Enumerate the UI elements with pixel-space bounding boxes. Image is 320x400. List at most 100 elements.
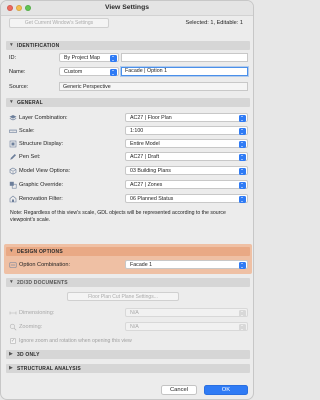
dimensioning-label: Dimensioning: bbox=[19, 310, 55, 316]
section-label: IDENTIFICATION bbox=[17, 43, 60, 49]
ok-button[interactable]: OK bbox=[204, 385, 248, 395]
zooming-label: Zooming: bbox=[19, 324, 43, 330]
layers-icon bbox=[9, 115, 17, 121]
window-title: View Settings bbox=[104, 4, 150, 11]
layer-combination-popup[interactable]: AC27 | Floor Plan bbox=[125, 113, 248, 122]
pen-icon bbox=[10, 154, 16, 160]
disclosure-right-icon: ▶ bbox=[9, 366, 13, 371]
section-3d-only[interactable]: ▶ 3D ONLY bbox=[6, 350, 250, 359]
section-label: DESIGN OPTIONS bbox=[17, 249, 63, 255]
section-identification[interactable]: ▼ IDENTIFICATION bbox=[6, 41, 250, 50]
cancel-button[interactable]: Cancel bbox=[161, 385, 197, 395]
name-popup[interactable]: Custom bbox=[59, 67, 119, 76]
floor-plan-cut-plane-button[interactable]: Floor Plan Cut Plane Settings... bbox=[67, 292, 179, 301]
popup-chevron-icon bbox=[239, 168, 246, 175]
popup-chevron-icon bbox=[239, 324, 246, 331]
pen-set-row: Pen Set: AC27 | Draft bbox=[9, 152, 249, 162]
renovation-icon bbox=[9, 195, 17, 203]
section-label: 3D ONLY bbox=[17, 352, 40, 358]
popup-chevron-icon bbox=[239, 128, 246, 135]
source-row: Source: Generic Perspective bbox=[9, 82, 249, 92]
disclosure-down-icon: ▼ bbox=[9, 100, 14, 105]
structure-display-value: Entire Model bbox=[130, 141, 160, 147]
disclosure-down-icon: ▼ bbox=[9, 249, 14, 254]
section-2d3d-documents[interactable]: ▼ 2D/3D DOCUMENTS bbox=[6, 278, 250, 287]
disclosure-right-icon: ▶ bbox=[9, 352, 13, 357]
selection-info: Selected: 1, Editable: 1 bbox=[185, 20, 243, 26]
ignore-zoom-rotation-label: Ignore zoom and rotation when opening th… bbox=[19, 337, 132, 344]
structure-display-row: Structure Display: Entire Model bbox=[9, 139, 249, 149]
section-label: STRUCTURAL ANALYSIS bbox=[17, 366, 81, 372]
renovation-filter-label: Renovation Filter: bbox=[19, 196, 63, 202]
section-label: 2D/3D DOCUMENTS bbox=[17, 280, 68, 286]
scale-value: 1:100 bbox=[130, 128, 144, 134]
source-label: Source: bbox=[9, 84, 29, 90]
popup-chevron-icon bbox=[239, 141, 246, 148]
graphic-override-popup[interactable]: AC27 | Zones bbox=[125, 180, 248, 189]
section-label: GENERAL bbox=[17, 100, 43, 106]
name-popup-value: Custom bbox=[64, 69, 83, 75]
option-combination-popup[interactable]: Facade 1 bbox=[125, 260, 248, 269]
zooming-value: N/A bbox=[130, 324, 139, 330]
dimensioning-value: N/A bbox=[130, 310, 139, 316]
model-view-icon bbox=[9, 167, 17, 175]
renovation-filter-popup[interactable]: 06 Planned Status bbox=[125, 194, 248, 203]
graphic-override-row: Graphic Override: AC27 | Zones bbox=[9, 180, 249, 190]
dimensioning-icon bbox=[9, 311, 17, 315]
popup-chevron-icon bbox=[239, 262, 246, 269]
structure-icon bbox=[9, 140, 17, 148]
popup-chevron-icon bbox=[239, 115, 246, 122]
ignore-zoom-rotation-checkbox[interactable]: ✓ bbox=[10, 337, 16, 344]
graphic-override-value: AC27 | Zones bbox=[130, 182, 163, 188]
top-toolbar: Get Current Window's Settings Selected: … bbox=[1, 16, 253, 30]
layer-combination-label: Layer Combination: bbox=[19, 115, 68, 121]
structure-display-popup[interactable]: Entire Model bbox=[125, 139, 248, 148]
structure-display-label: Structure Display: bbox=[19, 141, 64, 147]
title-bar[interactable]: View Settings bbox=[1, 1, 253, 16]
disclosure-down-icon: ▼ bbox=[9, 280, 14, 285]
popup-chevron-icon bbox=[110, 55, 117, 62]
zooming-popup[interactable]: N/A bbox=[125, 322, 248, 331]
option-combination-value: Facade 1 bbox=[130, 262, 153, 268]
layer-combination-value: AC27 | Floor Plan bbox=[130, 115, 172, 121]
pen-set-popup[interactable]: AC27 | Draft bbox=[125, 152, 248, 161]
section-structural-analysis[interactable]: ▶ STRUCTURAL ANALYSIS bbox=[6, 364, 250, 373]
zoom-icon bbox=[9, 323, 17, 331]
id-popup-value: By Project Map bbox=[64, 55, 100, 61]
option-combination-row: Option Combination: Facade 1 bbox=[9, 260, 249, 270]
id-popup[interactable]: By Project Map bbox=[59, 53, 119, 62]
option-combination-label: Option Combination: bbox=[19, 262, 70, 268]
section-general[interactable]: ▼ GENERAL bbox=[6, 98, 250, 107]
scale-icon bbox=[9, 129, 17, 133]
dimensioning-row: Dimensioning: N/A bbox=[9, 308, 249, 318]
scale-note: Note: Regardless of this view's scale, G… bbox=[10, 210, 226, 224]
zooming-row: Zooming: N/A bbox=[9, 322, 249, 332]
model-view-options-value: 03 Building Plans bbox=[130, 168, 171, 174]
name-row: Name: Custom Facade | Option 1 bbox=[9, 67, 249, 77]
name-field[interactable]: Facade | Option 1 bbox=[121, 67, 248, 76]
pen-set-label: Pen Set: bbox=[19, 154, 41, 160]
scale-label: Scale: bbox=[19, 128, 35, 134]
model-view-options-popup[interactable]: 03 Building Plans bbox=[125, 166, 248, 175]
popup-chevron-icon bbox=[110, 69, 117, 76]
id-row: ID: By Project Map bbox=[9, 53, 249, 63]
disclosure-down-icon: ▼ bbox=[9, 43, 14, 48]
source-value: Generic Perspective bbox=[59, 82, 248, 91]
dimensioning-popup[interactable]: N/A bbox=[125, 308, 248, 317]
scale-popup[interactable]: 1:100 bbox=[125, 126, 248, 135]
get-current-settings-button[interactable]: Get Current Window's Settings bbox=[9, 18, 109, 28]
graphic-override-label: Graphic Override: bbox=[19, 182, 64, 188]
id-label: ID: bbox=[9, 55, 17, 61]
pen-set-value: AC27 | Draft bbox=[130, 154, 160, 160]
id-field[interactable] bbox=[121, 53, 248, 62]
name-label: Name: bbox=[9, 69, 26, 75]
renovation-filter-row: Renovation Filter: 06 Planned Status bbox=[9, 194, 249, 204]
popup-chevron-icon bbox=[239, 182, 246, 189]
popup-chevron-icon bbox=[239, 196, 246, 203]
popup-chevron-icon bbox=[239, 154, 246, 161]
popup-chevron-icon bbox=[239, 310, 246, 317]
model-view-options-label: Model View Options: bbox=[19, 168, 71, 174]
section-design-options[interactable]: ▼ DESIGN OPTIONS bbox=[6, 247, 250, 256]
model-view-options-row: Model View Options: 03 Building Plans bbox=[9, 166, 249, 176]
graphic-override-icon bbox=[9, 181, 17, 189]
